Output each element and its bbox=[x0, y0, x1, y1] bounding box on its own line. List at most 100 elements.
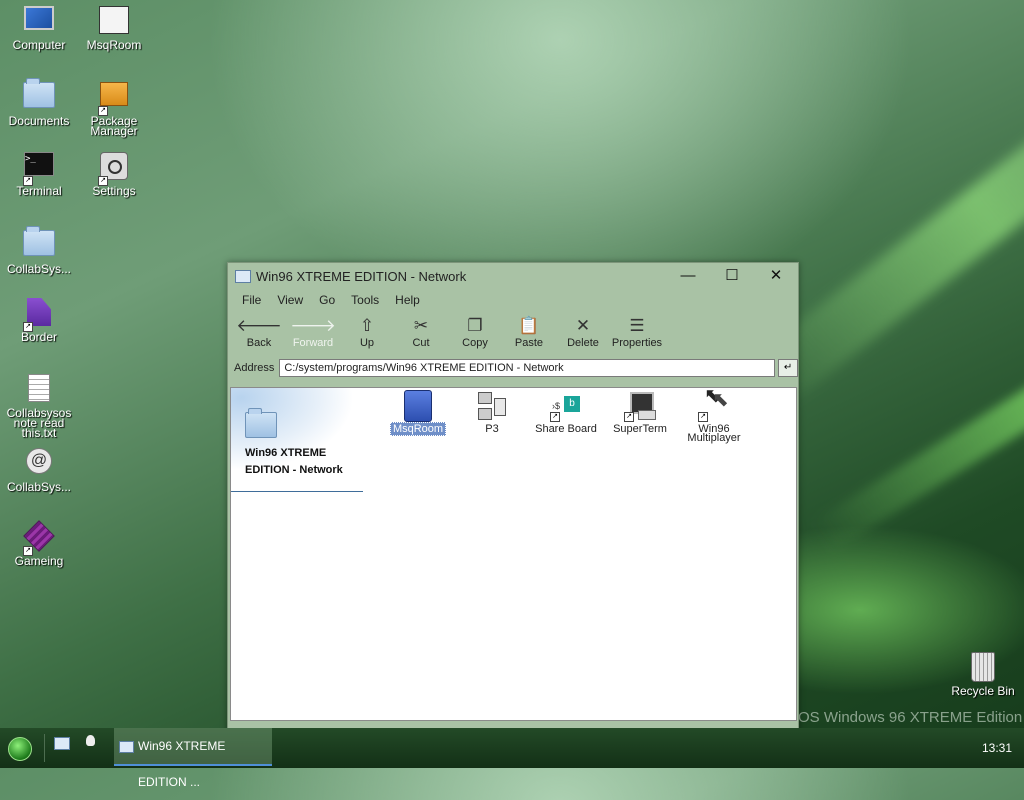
desktop-icon-label: Terminal bbox=[16, 184, 62, 198]
cut-label: Cut bbox=[412, 337, 430, 349]
forward-label: Forward bbox=[292, 337, 334, 349]
menu-file[interactable]: File bbox=[234, 293, 269, 307]
minimize-button[interactable]: — bbox=[666, 263, 710, 289]
desktop-icon-label: Computer bbox=[12, 38, 66, 52]
desktop-icon-package-manager[interactable]: ↗ Package Manager bbox=[77, 76, 151, 138]
taskbar-window-button[interactable]: Win96 XTREME EDITION ... bbox=[114, 728, 272, 789]
copy-button[interactable]: ❐ Copy bbox=[448, 311, 502, 349]
msqroom-icon bbox=[402, 390, 434, 422]
taskbar: Win96 XTREME EDITION ... 13:31 bbox=[0, 728, 1024, 789]
desktop-icon-note-file[interactable]: Collabsysos note read this.txt bbox=[2, 372, 76, 440]
desktop-icon-collabsys-app[interactable]: @ CollabSys... bbox=[2, 446, 76, 493]
superterm-icon: ↗ bbox=[624, 390, 656, 422]
delete-label: Delete bbox=[567, 337, 599, 349]
desktop-icon-settings[interactable]: ↗ Settings bbox=[77, 150, 151, 198]
cube-icon: ↗ bbox=[23, 520, 55, 556]
folder-icon bbox=[245, 406, 277, 438]
toolbar: 🡐 Back 🡒 Forward ⇧ Up ✂ Cut ❐ Copy 📋 Pas… bbox=[228, 311, 798, 357]
file-item-label: Win96 Multiplayer bbox=[687, 423, 741, 444]
multiplayer-cursors-icon: ⬉ ⬉ ↗ bbox=[698, 388, 730, 422]
folder-title: Win96 XTREME EDITION - Network bbox=[245, 447, 343, 476]
desktop-icon-gameing[interactable]: ↗ Gameing bbox=[2, 520, 76, 568]
back-arrow-icon: 🡐 bbox=[236, 316, 282, 335]
desktop-icon-label: Collabsysos note read this.txt bbox=[6, 406, 72, 440]
delete-x-icon: ✕ bbox=[575, 316, 591, 335]
file-item-label: P3 bbox=[485, 423, 499, 435]
delete-button[interactable]: ✕ Delete bbox=[556, 311, 610, 349]
address-bar: Address C:/system/programs/Win96 XTREME … bbox=[228, 357, 798, 379]
desktop-icon-label: Package Manager bbox=[90, 114, 138, 138]
window-titlebar[interactable]: Win96 XTREME EDITION - Network — ☐ ✕ bbox=[228, 263, 798, 289]
file-item-superterm[interactable]: ↗ SuperTerm bbox=[605, 390, 675, 435]
computer-icon bbox=[23, 6, 55, 38]
settings-icon: ↗ bbox=[98, 152, 130, 186]
desktop-icon-label: MsqRoom bbox=[86, 38, 142, 52]
paste-label: Paste bbox=[514, 337, 544, 349]
folder-info-panel: Win96 XTREME EDITION - Network bbox=[231, 388, 363, 492]
quicklaunch-folder-icon[interactable] bbox=[54, 734, 72, 752]
folder-up-icon: ⇧ bbox=[359, 316, 375, 335]
desktop-icon-label: Border bbox=[20, 330, 58, 344]
desktop-icon-label: CollabSys... bbox=[6, 262, 72, 276]
properties-button[interactable]: ☰ Properties bbox=[610, 311, 664, 349]
folder-icon bbox=[23, 78, 55, 114]
desktop-icon-label: Recycle Bin bbox=[951, 684, 1015, 698]
desktop-icon-documents[interactable]: Documents bbox=[2, 76, 76, 128]
desktop-icon-msqroom[interactable]: MsqRoom bbox=[77, 4, 151, 52]
desktop-icon-border[interactable]: ↗ Border bbox=[2, 296, 76, 344]
file-item-win96-multiplayer[interactable]: ⬉ ⬉ ↗ Win96 Multiplayer bbox=[679, 388, 749, 444]
properties-label: Properties bbox=[611, 337, 663, 349]
scissors-icon: ✂ bbox=[413, 316, 429, 335]
quicklaunch-lightbulb-icon[interactable] bbox=[82, 734, 100, 752]
desktop-icon-label: Settings bbox=[92, 184, 136, 198]
file-view[interactable]: Win96 XTREME EDITION - Network MsqRoom P… bbox=[230, 387, 797, 721]
folder-icon bbox=[23, 226, 55, 262]
menu-view[interactable]: View bbox=[269, 293, 311, 307]
desktop-icon-recycle-bin[interactable]: Recycle Bin bbox=[946, 650, 1020, 698]
up-button[interactable]: ⇧ Up bbox=[340, 311, 394, 349]
menu-bar: File View Go Tools Help bbox=[228, 289, 798, 311]
clipboard-icon: 📋 bbox=[518, 316, 540, 335]
msqroom-icon bbox=[98, 6, 130, 38]
paste-button[interactable]: 📋 Paste bbox=[502, 311, 556, 349]
file-item-label: Share Board bbox=[535, 423, 597, 435]
menu-go[interactable]: Go bbox=[311, 293, 343, 307]
border-icon: ↗ bbox=[23, 298, 55, 332]
forward-button[interactable]: 🡒 Forward bbox=[286, 311, 340, 349]
cut-button[interactable]: ✂ Cut bbox=[394, 311, 448, 349]
menu-help[interactable]: Help bbox=[387, 293, 428, 307]
close-button[interactable]: ✕ bbox=[754, 263, 798, 289]
start-button[interactable] bbox=[8, 737, 32, 761]
desktop-icon-label: Gameing bbox=[14, 554, 64, 568]
file-item-label: MsqRoom bbox=[389, 422, 447, 436]
desktop-icon-collabsys-folder[interactable]: CollabSys... bbox=[2, 224, 76, 276]
maximize-button[interactable]: ☐ bbox=[710, 263, 754, 289]
explorer-window[interactable]: Win96 XTREME EDITION - Network — ☐ ✕ Fil… bbox=[227, 262, 799, 742]
os-watermark: OS Windows 96 XTREME Edition bbox=[798, 709, 1023, 726]
package-icon: ↗ bbox=[98, 82, 130, 116]
collabsys-icon: @ bbox=[23, 448, 55, 480]
clock: 13:31 bbox=[981, 741, 1012, 755]
file-item-label: SuperTerm bbox=[613, 423, 667, 435]
share-board-icon: b ›$ ↗ bbox=[550, 390, 582, 422]
file-item-p3[interactable]: P3 bbox=[457, 390, 527, 435]
file-item-msqroom[interactable]: MsqRoom bbox=[383, 390, 453, 436]
desktop-icon-label: Documents bbox=[8, 114, 70, 128]
back-label: Back bbox=[246, 337, 272, 349]
copy-label: Copy bbox=[462, 337, 488, 349]
window-title: Win96 XTREME EDITION - Network bbox=[256, 268, 467, 284]
folder-icon bbox=[235, 269, 251, 283]
back-button[interactable]: 🡐 Back bbox=[232, 311, 286, 349]
recycle-bin-icon bbox=[967, 652, 999, 684]
up-label: Up bbox=[359, 337, 375, 349]
go-button[interactable]: ↵ bbox=[778, 359, 798, 377]
desktop-icon-terminal[interactable]: >_ ↗ Terminal bbox=[2, 148, 76, 198]
menu-tools[interactable]: Tools bbox=[343, 293, 387, 307]
address-input[interactable]: C:/system/programs/Win96 XTREME EDITION … bbox=[279, 359, 776, 377]
network-computers-icon bbox=[476, 390, 508, 422]
desktop-icon-computer[interactable]: Computer bbox=[2, 4, 76, 52]
file-item-share-board[interactable]: b ›$ ↗ Share Board bbox=[531, 390, 601, 435]
taskbar-divider bbox=[44, 734, 45, 762]
properties-icon: ☰ bbox=[629, 316, 645, 335]
text-file-icon bbox=[23, 374, 55, 406]
